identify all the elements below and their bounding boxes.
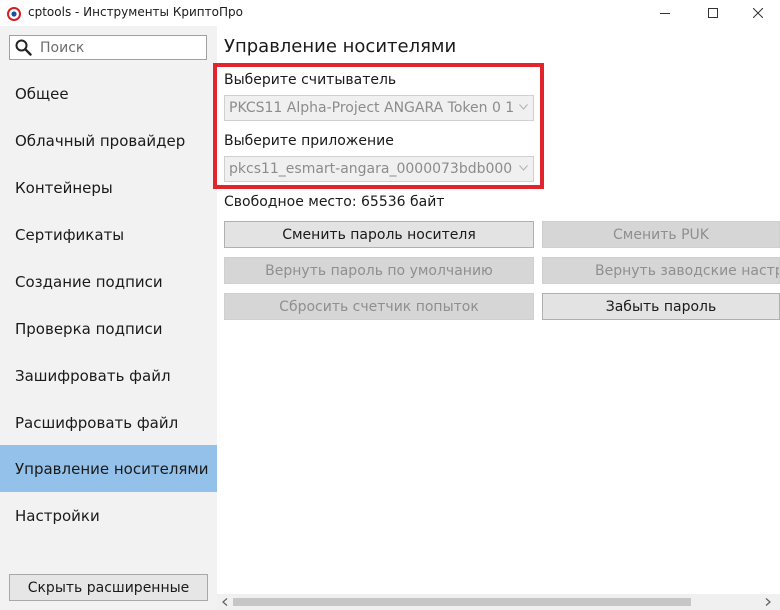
scrollbar-thumb[interactable] (233, 598, 691, 606)
title-bar: cptools - Инструменты КриптоПро (0, 0, 780, 26)
close-icon (753, 8, 763, 18)
page-title: Управление носителями (224, 36, 457, 57)
sidebar-item-general[interactable]: Общее (0, 70, 217, 117)
maximize-icon (708, 8, 718, 18)
forget-password-button[interactable]: Забыть пароль (542, 293, 780, 320)
search-box[interactable] (9, 35, 207, 60)
sidebar-item-encrypt-file[interactable]: Зашифровать файл (0, 352, 217, 399)
change-puk-button[interactable]: Сменить PUK (542, 221, 780, 248)
restore-default-password-button[interactable]: Вернуть пароль по умолчанию (224, 257, 534, 284)
hide-advanced-button[interactable]: Скрыть расширенные (9, 574, 208, 601)
reader-label: Выберите считыватель (224, 72, 397, 88)
cryptopro-logo-icon (7, 6, 21, 21)
sidebar-item-cloud-provider[interactable]: Облачный провайдер (0, 117, 217, 164)
sidebar-item-decrypt-file[interactable]: Расшифровать файл (0, 399, 217, 446)
reader-select[interactable]: PKCS11 Alpha-Project ANGARA Token 0 1 (224, 95, 534, 121)
minimize-button[interactable] (642, 0, 688, 26)
scroll-right-arrow-icon[interactable] (765, 598, 771, 606)
reader-select-value: PKCS11 Alpha-Project ANGARA Token 0 1 (229, 100, 513, 116)
sidebar-item-create-signature[interactable]: Создание подписи (0, 258, 217, 305)
search-input[interactable] (40, 38, 200, 57)
chevron-down-icon (519, 165, 528, 171)
app-select-value: pkcs11_esmart-angara_0000073bdb0000d0 (229, 161, 513, 177)
window-title: cptools - Инструменты КриптоПро (28, 5, 243, 19)
reset-attempts-counter-button[interactable]: Сбросить счетчик попыток (224, 293, 534, 320)
maximize-button[interactable] (690, 0, 736, 26)
horizontal-scrollbar[interactable] (217, 594, 780, 610)
sidebar-item-token-management[interactable]: Управление носителями (0, 445, 217, 492)
minimize-icon (660, 13, 670, 14)
search-icon (15, 39, 32, 56)
sidebar-item-settings[interactable]: Настройки (0, 492, 217, 539)
sidebar: Общее Облачный провайдер Контейнеры Серт… (0, 26, 217, 610)
restore-factory-settings-button[interactable]: Вернуть заводские настройки (542, 257, 780, 284)
change-password-button[interactable]: Сменить пароль носителя (224, 221, 534, 248)
app-select[interactable]: pkcs11_esmart-angara_0000073bdb0000d0 (224, 156, 534, 182)
scroll-left-arrow-icon[interactable] (222, 598, 228, 606)
free-space-text: Свободное место: 65536 байт (224, 194, 445, 210)
sidebar-item-certificates[interactable]: Сертификаты (0, 211, 217, 258)
sidebar-item-verify-signature[interactable]: Проверка подписи (0, 305, 217, 352)
close-button[interactable] (735, 0, 780, 26)
sidebar-item-containers[interactable]: Контейнеры (0, 164, 217, 211)
chevron-down-icon (519, 104, 528, 110)
app-label: Выберите приложение (224, 133, 394, 149)
